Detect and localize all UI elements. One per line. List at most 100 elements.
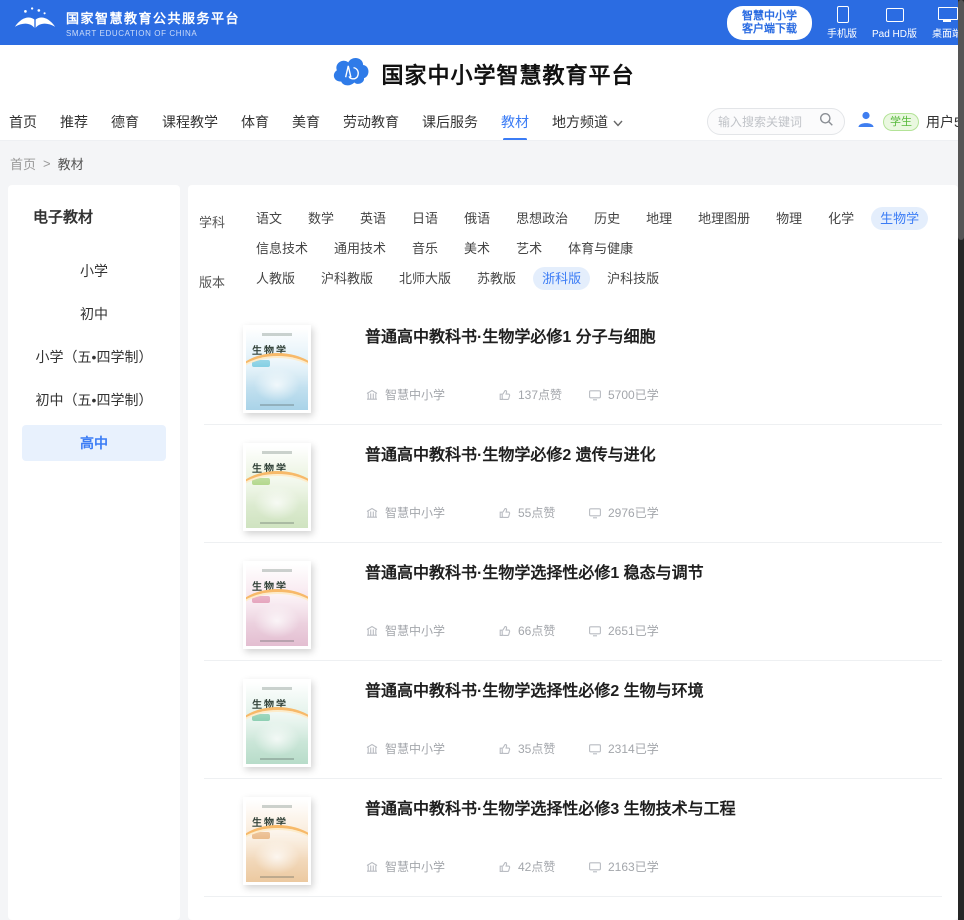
book-likes: 42点赞: [518, 858, 555, 875]
nav-item[interactable]: 美育: [292, 112, 320, 132]
sidebar-item[interactable]: 初中（五•四学制）: [22, 382, 166, 418]
nav-item[interactable]: 课后服务: [422, 112, 478, 132]
search-box[interactable]: [707, 108, 845, 135]
book-likes: 55点赞: [518, 504, 555, 521]
subject-filter-item[interactable]: 英语: [351, 207, 395, 230]
book-title[interactable]: 普通高中教科书·生物学选择性必修1 稳态与调节: [365, 559, 704, 583]
sidebar-item[interactable]: 高中: [22, 425, 166, 461]
learned-monitor-icon: [588, 624, 602, 638]
version-filter-item[interactable]: 人教版: [247, 267, 304, 290]
publisher-building-icon: [365, 506, 379, 520]
device-download-link[interactable]: 手机版: [827, 6, 857, 40]
search-input[interactable]: [718, 115, 813, 129]
book-cover[interactable]: 生物学: [243, 679, 311, 767]
subject-filter-item[interactable]: 俄语: [455, 207, 499, 230]
subject-filter-item[interactable]: 生物学: [871, 207, 928, 230]
book-cover[interactable]: 生物学: [243, 561, 311, 649]
page-scrollbar[interactable]: [958, 0, 964, 920]
book-list-item: 生物学 普通高中教科书·生物学必修1 分子与细胞 智慧中小学: [204, 307, 942, 425]
user-avatar-icon[interactable]: [856, 109, 876, 134]
scrollbar-thumb[interactable]: [958, 0, 964, 240]
book-learned: 2976已学: [608, 504, 659, 521]
platform-logo[interactable]: 国家智慧教育公共服务平台 SMART EDUCATION OF CHINA: [12, 5, 240, 40]
thumbs-up-icon: [498, 860, 512, 874]
subject-filter-item[interactable]: 通用技术: [325, 237, 395, 260]
publisher-building-icon: [365, 860, 379, 874]
book-title[interactable]: 普通高中教科书·生物学选择性必修3 生物技术与工程: [365, 795, 736, 819]
nav-item[interactable]: 德育: [111, 112, 139, 132]
book-cover[interactable]: 生物学: [243, 443, 311, 531]
nav-item[interactable]: 课程教学: [162, 112, 218, 132]
thumbs-up-icon: [498, 506, 512, 520]
device-icon: [833, 6, 851, 22]
book-list-item: 生物学 普通高中教科书·生物学必修2 遗传与进化 智慧中小学: [204, 425, 942, 543]
book-likes: 137点赞: [518, 386, 562, 403]
subject-filter-item[interactable]: 美术: [455, 237, 499, 260]
book-learned: 2651已学: [608, 622, 659, 639]
publisher-building-icon: [365, 624, 379, 638]
learned-monitor-icon: [588, 506, 602, 520]
subject-filter-item[interactable]: 历史: [585, 207, 629, 230]
main-nav: 首页 推荐 德育 课程教学 体育 美育 劳动教育 课后服务 教材 地方频道: [0, 103, 964, 141]
platform-title: 国家智慧教育公共服务平台: [66, 8, 240, 27]
publisher-building-icon: [365, 388, 379, 402]
subject-filter-item[interactable]: 化学: [819, 207, 863, 230]
subject-filter-item[interactable]: 数学: [299, 207, 343, 230]
sidebar-item[interactable]: 小学: [22, 253, 166, 289]
publisher-building-icon: [365, 742, 379, 756]
thumbs-up-icon: [498, 624, 512, 638]
subject-filter-item[interactable]: 音乐: [403, 237, 447, 260]
client-download-button[interactable]: 智慧中小学 客户端下载: [727, 6, 812, 40]
subject-filter-item[interactable]: 地理: [637, 207, 681, 230]
subject-filter-item[interactable]: 信息技术: [247, 237, 317, 260]
device-label: Pad HD版: [872, 25, 917, 40]
device-links: 手机版 Pad HD版 桌面端: [827, 6, 962, 40]
subject-filter-item[interactable]: 日语: [403, 207, 447, 230]
subject-filter-item[interactable]: 思想政治: [507, 207, 577, 230]
book-publisher: 智慧中小学: [385, 622, 445, 639]
user-area[interactable]: 学生 用户5562: [856, 109, 964, 134]
nav-item[interactable]: 教材: [501, 112, 529, 132]
version-filter-item[interactable]: 沪科教版: [312, 267, 382, 290]
breadcrumb-home[interactable]: 首页: [10, 154, 36, 173]
device-label: 手机版: [827, 25, 857, 40]
nav-item[interactable]: 推荐: [60, 112, 88, 132]
topbar: 国家智慧教育公共服务平台 SMART EDUCATION OF CHINA 智慧…: [0, 0, 964, 45]
book-cover[interactable]: 生物学: [243, 325, 311, 413]
nav-item[interactable]: 劳动教育: [343, 112, 399, 132]
book-publisher: 智慧中小学: [385, 740, 445, 757]
version-filter-item[interactable]: 苏教版: [468, 267, 525, 290]
book-cover[interactable]: 生物学: [243, 797, 311, 885]
book-list-item: 生物学 普通高中教科书·生物学选择性必修1 稳态与调节 智慧中小学: [204, 543, 942, 661]
learned-monitor-icon: [588, 742, 602, 756]
site-header: 国家中小学智慧教育平台: [0, 45, 964, 103]
book-likes: 35点赞: [518, 740, 555, 757]
nav-item[interactable]: 体育: [241, 112, 269, 132]
nav-item-local-channels[interactable]: 地方频道: [552, 112, 623, 132]
version-filter-item[interactable]: 沪科技版: [598, 267, 668, 290]
search-icon[interactable]: [819, 112, 834, 132]
subject-filter-item[interactable]: 物理: [767, 207, 811, 230]
main-panel: 学科 语文 数学 英语 日语 俄语 思想政治 历史 地理 地理图册 物理: [188, 185, 958, 920]
subject-filter-item[interactable]: 艺术: [507, 237, 551, 260]
book-list-item: 生物学 普通高中教科书·生物学选择性必修3 生物技术与工程 智慧中小学: [204, 779, 942, 897]
subject-filter-item[interactable]: 地理图册: [689, 207, 759, 230]
book-publisher: 智慧中小学: [385, 858, 445, 875]
thumbs-up-icon: [498, 388, 512, 402]
subject-filter-item[interactable]: 语文: [247, 207, 291, 230]
book-title[interactable]: 普通高中教科书·生物学必修1 分子与细胞: [365, 323, 659, 347]
book-title[interactable]: 普通高中教科书·生物学必修2 遗传与进化: [365, 441, 659, 465]
sidebar-item[interactable]: 小学（五•四学制）: [22, 339, 166, 375]
platform-subtitle: SMART EDUCATION OF CHINA: [66, 29, 240, 38]
book-publisher: 智慧中小学: [385, 386, 445, 403]
subject-filter-label: 学科: [199, 200, 247, 231]
device-download-link[interactable]: Pad HD版: [872, 6, 917, 40]
breadcrumb-current: 教材: [58, 154, 84, 173]
nav-item[interactable]: 首页: [9, 112, 37, 132]
book-title[interactable]: 普通高中教科书·生物学选择性必修2 生物与环境: [365, 677, 704, 701]
cloud-logo-icon[interactable]: [329, 54, 371, 95]
sidebar-item[interactable]: 初中: [22, 296, 166, 332]
subject-filter-item[interactable]: 体育与健康: [559, 237, 642, 260]
version-filter-item[interactable]: 北师大版: [390, 267, 460, 290]
version-filter-item[interactable]: 浙科版: [533, 267, 590, 290]
